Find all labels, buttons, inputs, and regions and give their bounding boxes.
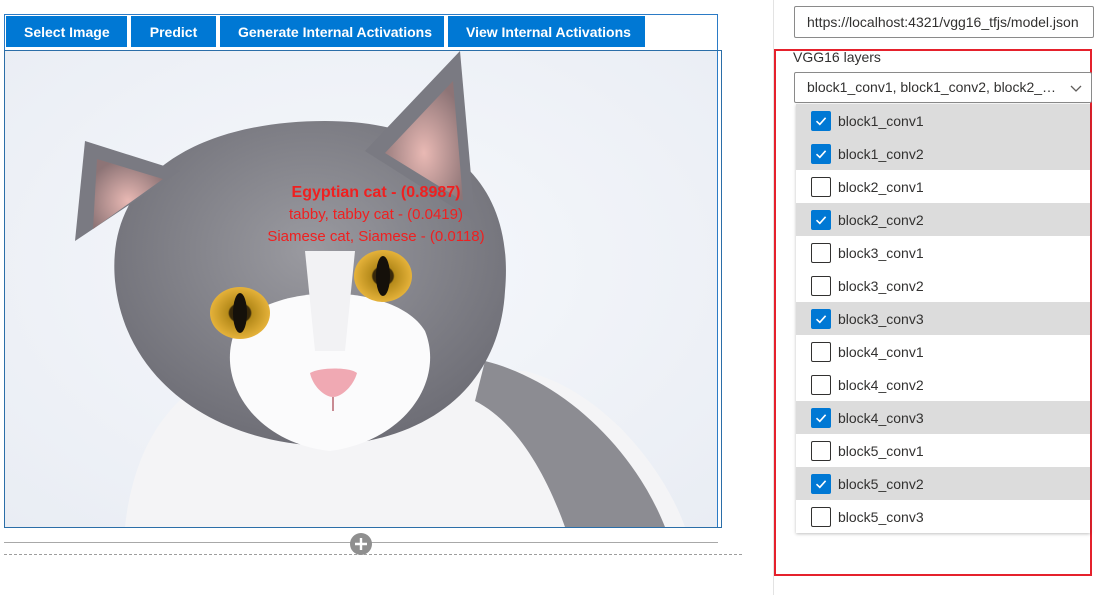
- cat-image: [5, 51, 717, 527]
- layer-checkbox[interactable]: [811, 506, 831, 527]
- predict-button[interactable]: Predict: [131, 16, 216, 47]
- layer-option-label: block3_conv1: [838, 244, 924, 261]
- properties-panel: VGG16 layers block1_conv1, block1_conv2,…: [773, 0, 1110, 595]
- layer-option-block2_conv1[interactable]: block2_conv1: [796, 170, 1090, 203]
- layer-checkbox[interactable]: [811, 275, 831, 296]
- layer-checkbox[interactable]: [811, 473, 831, 494]
- layer-option-block5_conv3[interactable]: block5_conv3: [796, 500, 1090, 533]
- chevron-down-icon: [1070, 85, 1082, 92]
- layer-checkbox[interactable]: [811, 209, 831, 230]
- layer-option-label: block3_conv2: [838, 277, 924, 294]
- checkmark-icon: [815, 314, 827, 323]
- checkmark-icon: [815, 479, 827, 488]
- select-image-button[interactable]: Select Image: [6, 16, 127, 47]
- image-workspace: Select Image Predict Generate Internal A…: [0, 0, 775, 595]
- checkmark-icon: [815, 116, 827, 125]
- layer-option-label: block5_conv1: [838, 442, 924, 459]
- layer-option-block1_conv1[interactable]: block1_conv1: [796, 104, 1090, 137]
- layer-checkbox[interactable]: [811, 440, 831, 461]
- layer-checkbox[interactable]: [811, 308, 831, 329]
- layer-option-label: block2_conv1: [838, 178, 924, 195]
- layer-checkbox[interactable]: [811, 407, 831, 428]
- layer-option-block5_conv1[interactable]: block5_conv1: [796, 434, 1090, 467]
- layer-option-block4_conv1[interactable]: block4_conv1: [796, 335, 1090, 368]
- layer-option-block3_conv3[interactable]: block3_conv3: [796, 302, 1090, 335]
- layer-checkbox[interactable]: [811, 341, 831, 362]
- dropdown-selected-text: block1_conv1, block1_conv2, block2_conv2…: [807, 79, 1091, 95]
- plus-icon: [355, 538, 367, 550]
- checkmark-icon: [815, 149, 827, 158]
- layer-option-label: block1_conv2: [838, 145, 924, 162]
- layer-option-label: block4_conv3: [838, 409, 924, 426]
- layer-option-block4_conv2[interactable]: block4_conv2: [796, 368, 1090, 401]
- layer-options-list: block1_conv1 block1_conv2 block2_conv1bloc…: [796, 104, 1090, 533]
- layer-option-label: block2_conv2: [838, 211, 924, 228]
- layer-checkbox[interactable]: [811, 143, 831, 164]
- model-url-input[interactable]: [794, 6, 1094, 38]
- add-section-button[interactable]: [350, 533, 372, 555]
- layer-option-block3_conv2[interactable]: block3_conv2: [796, 269, 1090, 302]
- layer-checkbox[interactable]: [811, 242, 831, 263]
- layer-checkbox[interactable]: [811, 176, 831, 197]
- layer-checkbox[interactable]: [811, 374, 831, 395]
- view-activations-button[interactable]: View Internal Activations: [448, 16, 645, 47]
- vgg16-layers-dropdown[interactable]: block1_conv1, block1_conv2, block2_conv2…: [794, 72, 1092, 103]
- toolbar: Select Image Predict Generate Internal A…: [6, 16, 645, 47]
- layer-option-label: block4_conv1: [838, 343, 924, 360]
- layer-option-label: block1_conv1: [838, 112, 924, 129]
- checkmark-icon: [815, 215, 827, 224]
- image-frame: [4, 50, 722, 528]
- layer-option-label: block5_conv3: [838, 508, 924, 525]
- generate-activations-button[interactable]: Generate Internal Activations: [220, 16, 444, 47]
- checkmark-icon: [815, 413, 827, 422]
- layer-option-label: block5_conv2: [838, 475, 924, 492]
- layer-option-block3_conv1[interactable]: block3_conv1: [796, 236, 1090, 269]
- layer-option-block4_conv3[interactable]: block4_conv3: [796, 401, 1090, 434]
- layer-option-block5_conv2[interactable]: block5_conv2: [796, 467, 1090, 500]
- layer-option-label: block3_conv3: [838, 310, 924, 327]
- vgg16-layers-label: VGG16 layers: [793, 49, 881, 65]
- layer-option-label: block4_conv2: [838, 376, 924, 393]
- layer-checkbox[interactable]: [811, 110, 831, 131]
- section-divider-dashed: [4, 554, 742, 555]
- layer-option-block1_conv2[interactable]: block1_conv2: [796, 137, 1090, 170]
- layer-option-block2_conv2[interactable]: block2_conv2: [796, 203, 1090, 236]
